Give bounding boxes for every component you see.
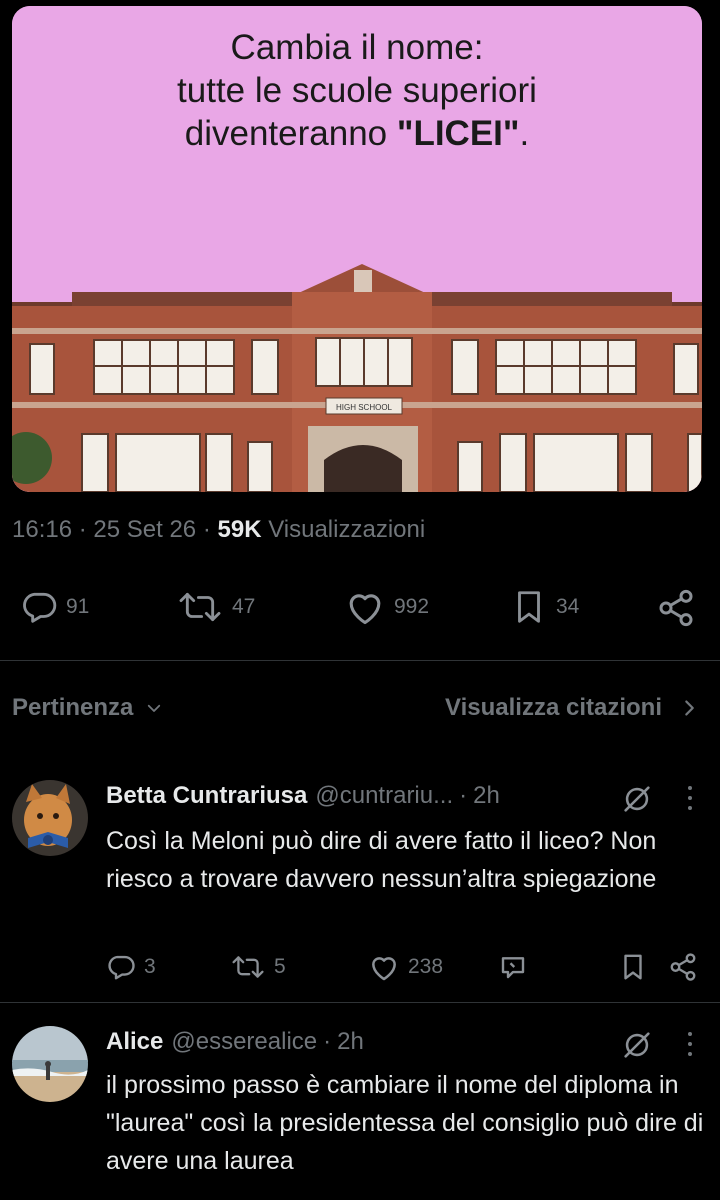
post-metadata: 16:16 · 25 Set 26 · 59K Visualizzazioni [12, 516, 426, 543]
sort-dropdown[interactable]: Pertinenza [12, 694, 163, 722]
grok-icon[interactable] [620, 1028, 654, 1062]
views-label: Visualizzazioni [268, 516, 426, 543]
share-button[interactable] [668, 952, 698, 982]
avatar[interactable] [12, 1026, 88, 1102]
reply-icon [23, 592, 57, 623]
reply-author-name[interactable]: Alice [106, 1028, 163, 1056]
image-headline: Cambia il nome: tutte le scuole superior… [177, 28, 537, 153]
like-button[interactable]: 992 [344, 588, 429, 626]
reply-author-handle[interactable]: @cuntrariu... [315, 782, 453, 810]
post-time: 16:16 [12, 516, 73, 543]
more-options-icon[interactable] [688, 786, 694, 816]
bookmark-button[interactable]: 34 [510, 588, 579, 626]
repost-icon [179, 592, 221, 622]
share-icon [659, 589, 693, 627]
grok-reply-icon [501, 957, 525, 979]
cat-avatar-icon [12, 780, 88, 856]
reply-button[interactable]: 3 [106, 952, 156, 982]
bookmark-icon [624, 954, 642, 980]
reply-item[interactable]: Betta Cuntrariusa @cuntrariu... · 2h Cos… [0, 770, 720, 1000]
grok-icon[interactable] [620, 782, 654, 816]
reply-grok-button[interactable] [498, 952, 528, 982]
heart-icon [349, 594, 381, 625]
reply-author-handle[interactable]: @esserealice [171, 1028, 317, 1056]
reply-header: Alice @esserealice · 2h [106, 1028, 364, 1056]
avatar[interactable] [12, 780, 88, 856]
reply-header: Betta Cuntrariusa @cuntrariu... · 2h [106, 782, 500, 810]
post-image[interactable]: HIGH SCHOOL Cambia il nome: tutte le scu… [12, 6, 702, 492]
divider [0, 1002, 720, 1003]
repost-button[interactable]: 5 [230, 952, 286, 982]
reply-time: 2h [337, 1028, 364, 1055]
post-date: 25 Set 26 [93, 516, 197, 543]
chevron-right-icon [685, 700, 694, 716]
chevron-down-icon [148, 704, 161, 712]
reply-text: Così la Meloni può dire di avere fatto i… [106, 827, 657, 893]
repost-icon [232, 956, 264, 978]
beach-avatar-icon [12, 1026, 88, 1102]
reply-count: 91 [66, 595, 90, 618]
sort-label: Pertinenza [12, 694, 134, 721]
reply-count: 3 [144, 955, 156, 978]
views-count: 59K [217, 516, 262, 543]
like-button[interactable]: 238 [368, 952, 443, 982]
repost-button[interactable]: 47 [176, 588, 255, 626]
bookmark-button[interactable] [618, 952, 648, 982]
bookmark-count: 34 [556, 595, 580, 618]
repost-count: 47 [232, 595, 256, 618]
divider [0, 660, 720, 661]
share-icon [670, 953, 696, 981]
building-sign: HIGH SCHOOL [336, 403, 393, 412]
like-count: 238 [408, 955, 444, 978]
view-quotes-label: Visualizza citazioni [445, 694, 662, 721]
reply-time: 2h [473, 782, 500, 809]
view-quotes-link[interactable]: Visualizza citazioni [445, 694, 698, 722]
repost-count: 5 [274, 955, 286, 978]
post-action-bar: 91 47 992 34 [0, 580, 720, 636]
heart-icon [372, 957, 396, 981]
reply-text: il prossimo passo è cambiare il nome del… [106, 1071, 704, 1175]
reply-button[interactable]: 91 [20, 588, 89, 626]
share-button[interactable] [656, 588, 696, 628]
reply-icon [108, 955, 135, 980]
replies-sort-bar: Pertinenza Visualizza citazioni [0, 688, 720, 732]
reply-author-name[interactable]: Betta Cuntrariusa [106, 782, 307, 810]
like-count: 992 [394, 595, 430, 618]
reply-item[interactable]: Alice @esserealice · 2h il prossimo pass… [0, 1016, 720, 1200]
bookmark-icon [518, 591, 540, 623]
more-options-icon[interactable] [688, 1032, 694, 1062]
